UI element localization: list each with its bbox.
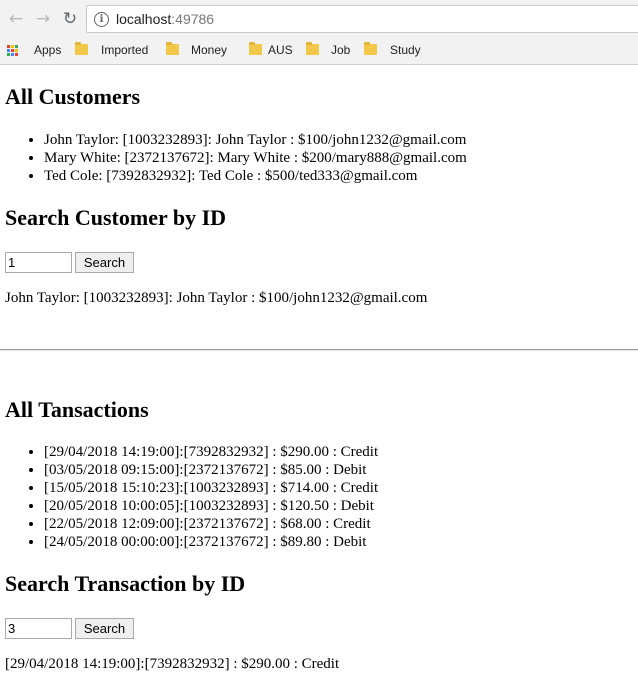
browser-toolbar: ← → ↻ i localhost:49786 [0, 0, 638, 38]
transaction-list: [29/04/2018 14:19:00]:[7392832932] : $29… [5, 443, 378, 551]
bookmark-label: Job [331, 43, 351, 57]
list-item: [29/04/2018 14:19:00]:[7392832932] : $29… [44, 443, 378, 461]
transaction-search-result: [29/04/2018 14:19:00]:[7392832932] : $29… [5, 656, 340, 672]
reload-icon[interactable]: ↻ [60, 9, 80, 29]
list-item: [15/05/2018 15:10:23]:[1003232893] : $71… [44, 479, 378, 497]
folder-icon [364, 42, 377, 55]
customer-search-result: John Taylor: [1003232893]: John Taylor :… [5, 290, 428, 306]
folder-icon [166, 42, 179, 55]
list-item: [24/05/2018 00:00:00]:[2372137672] : $89… [44, 533, 378, 551]
info-icon[interactable]: i [94, 12, 109, 27]
back-arrow-icon[interactable]: ← [6, 9, 26, 29]
list-item: Ted Cole: [7392832932]: Ted Cole : $500/… [44, 167, 467, 185]
browser-chrome: ← → ↻ i localhost:49786 Apps Imported Mo… [0, 0, 638, 65]
folder-icon [75, 42, 88, 55]
bookmark-label: Imported [101, 43, 149, 57]
transaction-id-input[interactable] [5, 618, 72, 639]
address-bar[interactable]: i localhost:49786 [86, 5, 638, 33]
customer-id-input[interactable] [5, 252, 72, 273]
customer-search-button[interactable]: Search [75, 252, 134, 273]
bookmarks-bar: Apps Imported Money AUS Job Study [0, 38, 638, 62]
url-text: localhost:49786 [116, 11, 214, 27]
url-port: :49786 [171, 11, 215, 27]
list-item: [03/05/2018 09:15:00]:[2372137672] : $85… [44, 461, 378, 479]
list-item: Mary White: [2372137672]: Mary White : $… [44, 149, 467, 167]
forward-arrow-icon[interactable]: → [33, 9, 53, 29]
customer-list: John Taylor: [1003232893]: John Taylor :… [5, 131, 467, 185]
customers-heading: All Customers [5, 84, 141, 109]
url-host: localhost [116, 11, 172, 27]
transaction-search-button[interactable]: Search [75, 618, 134, 639]
customer-search-heading: Search Customer by ID [5, 205, 227, 230]
folder-icon [249, 42, 262, 55]
bookmark-label: AUS [268, 43, 293, 57]
bookmark-label: Study [390, 43, 421, 57]
bookmark-label: Apps [34, 43, 62, 57]
list-item: [22/05/2018 12:09:00]:[2372137672] : $68… [44, 515, 378, 533]
transactions-heading: All Tansactions [5, 397, 149, 422]
divider [0, 349, 638, 351]
folder-icon [306, 42, 319, 55]
list-item: John Taylor: [1003232893]: John Taylor :… [44, 131, 467, 149]
transaction-search-heading: Search Transaction by ID [5, 571, 246, 596]
bookmark-label: Money [191, 43, 228, 57]
apps-grid-icon [7, 45, 19, 57]
list-item: [20/05/2018 10:00:05]:[1003232893] : $12… [44, 497, 378, 515]
